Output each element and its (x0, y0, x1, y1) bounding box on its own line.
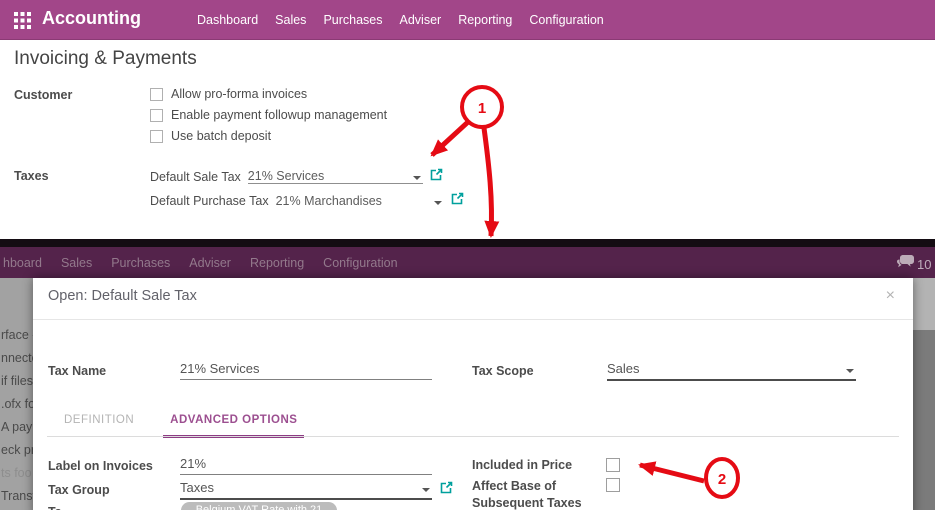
checkbox-label: Enable payment followup management (171, 108, 387, 122)
modal-title: Open: Default Sale Tax (48, 288, 197, 304)
bg-menu-sales: Sales (61, 256, 92, 270)
tax-modal: Open: Default Sale Tax × Tax Name 21% Se… (33, 278, 913, 510)
default-sale-tax-row: Default Sale Tax 21% Services (150, 168, 443, 184)
bg-text-fragment: ts foo (1, 466, 32, 480)
embedded-window-top-edge (0, 239, 935, 247)
tax-scope-select[interactable]: Sales (607, 361, 856, 381)
tax-name-input[interactable]: 21% Services (180, 361, 432, 380)
modal-tabs: DEFINITION ADVANCED OPTIONS (57, 414, 304, 438)
screenshot-root: Accounting Dashboard Sales Purchases Adv… (0, 0, 935, 510)
menu-dashboard[interactable]: Dashboard (197, 13, 258, 27)
chat-bubbles-icon (897, 255, 914, 273)
tax-group-field[interactable]: Taxes (180, 480, 432, 500)
page-title: Invoicing & Payments (14, 48, 197, 70)
annotation-step-1: 1 (478, 100, 486, 117)
allow-proforma-checkbox[interactable] (150, 88, 163, 101)
tax-name-value: 21% Services (180, 361, 259, 376)
default-sale-tax-value: 21% Services (248, 169, 324, 183)
annotation-arrow-1a (432, 122, 468, 155)
affect-base-checkbox[interactable] (606, 478, 620, 492)
background-main-menu: hboard Sales Purchases Adviser Reporting… (3, 247, 398, 278)
menu-configuration[interactable]: Configuration (529, 13, 603, 27)
customer-section-label: Customer (14, 88, 72, 102)
menu-sales[interactable]: Sales (275, 13, 306, 27)
included-in-price-checkbox[interactable] (606, 458, 620, 472)
bg-text-fragment: rface - (1, 328, 36, 342)
app-header: Accounting Dashboard Sales Purchases Adv… (0, 0, 935, 40)
message-count: 10 (917, 257, 931, 272)
bg-menu-adviser: Adviser (189, 256, 231, 270)
app-title: Accounting (42, 8, 141, 29)
payment-followup-checkbox[interactable] (150, 109, 163, 122)
menu-adviser[interactable]: Adviser (400, 13, 442, 27)
bg-menu-configuration: Configuration (323, 256, 397, 270)
checkbox-row-followup: Enable payment followup management (150, 108, 387, 122)
default-purchase-tax-row: Default Purchase Tax 21% Marchandises (150, 192, 464, 208)
divider (47, 436, 899, 437)
background-app-header: hboard Sales Purchases Adviser Reporting… (0, 247, 935, 278)
label-on-invoices-label: Label on Invoices (48, 459, 153, 473)
menu-purchases[interactable]: Purchases (323, 13, 382, 27)
messages-indicator: 10 (897, 255, 931, 273)
affect-base-label-line1: Affect Base of (472, 479, 556, 493)
annotation-arrow-1b (484, 128, 492, 236)
default-purchase-tax-field[interactable]: 21% Marchandises (276, 194, 444, 208)
close-icon[interactable]: × (886, 288, 895, 304)
checkbox-row-batch-deposit: Use batch deposit (150, 129, 271, 143)
tab-definition[interactable]: DEFINITION (57, 414, 141, 438)
open-sale-tax-external-link-icon[interactable] (430, 168, 443, 184)
included-in-price-label: Included in Price (472, 458, 572, 472)
open-tax-group-external-link-icon[interactable] (440, 481, 453, 499)
apps-grid-icon[interactable] (14, 12, 31, 29)
backdrop-right-upper (913, 278, 935, 330)
bg-menu-dashboard-cut: hboard (3, 256, 42, 270)
backdrop-right-lower (913, 330, 935, 510)
chevron-down-icon[interactable] (846, 369, 854, 373)
app-main-menu: Dashboard Sales Purchases Adviser Report… (197, 0, 604, 40)
tab-advanced-options[interactable]: ADVANCED OPTIONS (163, 414, 304, 438)
tax-group-value: Taxes (180, 480, 214, 495)
default-purchase-tax-value: 21% Marchandises (276, 194, 382, 208)
chevron-down-icon[interactable] (434, 201, 442, 205)
open-purchase-tax-external-link-icon[interactable] (451, 192, 464, 208)
taxes-section-label: Taxes (14, 169, 49, 183)
tax-name-label: Tax Name (48, 364, 106, 378)
default-purchase-tax-label: Default Purchase Tax (150, 194, 269, 208)
label-on-invoices-input[interactable]: 21% (180, 456, 432, 475)
tax-scope-value: Sales (607, 361, 640, 376)
divider (33, 319, 913, 320)
tags-label-cut: Ta (48, 505, 62, 510)
bg-text-fragment: if files (1, 374, 33, 388)
tax-group-label: Tax Group (48, 483, 110, 497)
checkbox-label: Allow pro-forma invoices (171, 87, 307, 101)
affect-base-label-line2: Subsequent Taxes (472, 496, 582, 510)
tax-scope-label: Tax Scope (472, 364, 534, 378)
menu-reporting[interactable]: Reporting (458, 13, 512, 27)
bg-menu-reporting: Reporting (250, 256, 304, 270)
checkbox-row-proforma: Allow pro-forma invoices (150, 87, 307, 101)
bg-text-fragment: .ofx fo (1, 397, 35, 411)
chevron-down-icon[interactable] (422, 488, 430, 492)
label-on-invoices-value: 21% (180, 456, 206, 471)
tax-tag-pill[interactable]: Belgium VAT Rate with 21 (181, 502, 337, 510)
bg-menu-purchases: Purchases (111, 256, 170, 270)
annotation-circle-1 (462, 87, 502, 127)
default-sale-tax-label: Default Sale Tax (150, 170, 241, 184)
default-sale-tax-field[interactable]: 21% Services (248, 169, 423, 184)
chevron-down-icon[interactable] (413, 176, 421, 180)
checkbox-label: Use batch deposit (171, 129, 271, 143)
batch-deposit-checkbox[interactable] (150, 130, 163, 143)
